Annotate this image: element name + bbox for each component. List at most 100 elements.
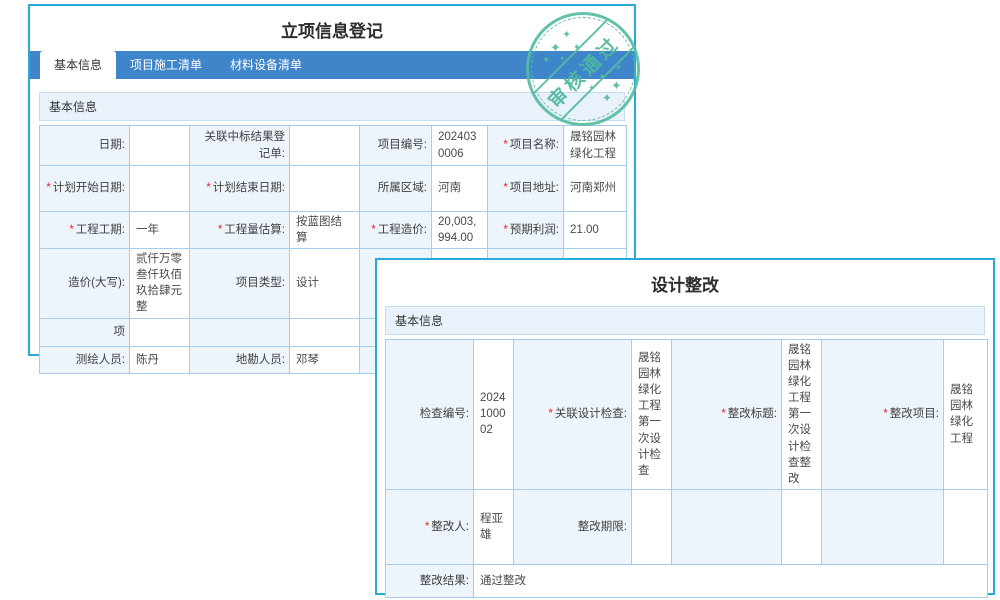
page-title: 立项信息登记 — [30, 6, 634, 51]
field-input[interactable] — [290, 126, 360, 166]
field-label-text: 预期利润: — [510, 224, 559, 236]
required-asterisk: * — [503, 139, 507, 151]
field-value: 通过整改 — [474, 564, 988, 597]
table-row: 检查编号:2024100002*关联设计检查:晟铭园林绿化工程第一次设计检查*整… — [386, 340, 988, 490]
table-row: 整改结果: 通过整改 — [386, 564, 988, 597]
field-value: 晟铭园林绿化工程 — [944, 340, 988, 490]
field-label: 关联中标结果登记单: — [190, 126, 290, 166]
field-label-text: 关联设计检查: — [555, 408, 627, 420]
field-value — [782, 489, 822, 564]
tab-construction-list[interactable]: 项目施工清单 — [116, 51, 216, 79]
field-label — [190, 318, 290, 346]
field-value: 设计 — [290, 249, 360, 318]
field-label — [672, 489, 782, 564]
tab-basic-info[interactable]: 基本信息 — [40, 51, 116, 79]
field-label-text: 计划开始日期: — [53, 182, 125, 194]
field-label: *项目地址: — [488, 166, 564, 212]
field-label: *工程量估算: — [190, 212, 290, 249]
tab-bar: 基本信息项目施工清单材料设备清单 — [30, 51, 634, 79]
required-asterisk: * — [218, 224, 222, 236]
field-input[interactable] — [632, 489, 672, 564]
table-row: 日期:关联中标结果登记单:项目编号:2024030006*项目名称:晟铭园林绿化… — [40, 126, 627, 166]
table-row: *工程工期:一年*工程量估算:按蓝图结算*工程造价:20,003,994.00*… — [40, 212, 627, 249]
field-input[interactable] — [130, 126, 190, 166]
field-label-text: 所属区域: — [378, 182, 427, 194]
field-value — [944, 489, 988, 564]
field-label: 造价(大写): — [40, 249, 130, 318]
field-label-text: 项目地址: — [510, 182, 559, 194]
field-label: 项目编号: — [360, 126, 432, 166]
required-asterisk: * — [721, 408, 725, 420]
field-label-text: 项 — [114, 326, 126, 338]
required-asterisk: * — [503, 224, 507, 236]
field-label: *计划结束日期: — [190, 166, 290, 212]
required-asterisk: * — [371, 224, 375, 236]
field-value: 20,003,994.00 — [432, 212, 488, 249]
field-label-text: 造价(大写): — [68, 277, 125, 289]
field-label-text: 整改人: — [431, 521, 469, 533]
field-label: *工程造价: — [360, 212, 432, 249]
required-asterisk: * — [206, 182, 210, 194]
field-label: 项目类型: — [190, 249, 290, 318]
field-label: 日期: — [40, 126, 130, 166]
field-label-text: 工程量估算: — [224, 224, 285, 236]
field-label-text: 整改结果: — [420, 575, 469, 587]
required-asterisk: * — [46, 182, 50, 194]
field-value: 一年 — [130, 212, 190, 249]
field-label: 整改期限: — [514, 489, 632, 564]
field-label-text: 关联中标结果登记单: — [205, 131, 286, 159]
design-rectification-panel: 设计整改 基本信息 检查编号:2024100002*关联设计检查:晟铭园林绿化工… — [375, 258, 995, 595]
table-row: *整改人: 程亚雄 整改期限: — [386, 489, 988, 564]
field-value — [290, 318, 360, 346]
field-label-text: 测绘人员: — [76, 354, 125, 366]
field-label: 地勘人员: — [190, 346, 290, 373]
field-label-text: 整改项目: — [890, 408, 939, 420]
field-label-text: 计划结束日期: — [213, 182, 285, 194]
field-label: 检查编号: — [386, 340, 474, 490]
field-label — [822, 489, 944, 564]
field-input[interactable] — [290, 166, 360, 212]
field-value: 晟铭园林绿化工程第一次设计检查 — [632, 340, 672, 490]
field-label: 整改结果: — [386, 564, 474, 597]
section-header-basic-info-2: 基本信息 — [385, 306, 985, 335]
field-value: 陈丹 — [130, 346, 190, 373]
table-row: *计划开始日期:*计划结束日期:所属区域:河南*项目地址:河南郑州 — [40, 166, 627, 212]
field-label-text: 地勘人员: — [236, 354, 285, 366]
section-header-basic-info: 基本信息 — [39, 92, 625, 121]
field-value: 程亚雄 — [474, 489, 514, 564]
field-value: 2024100002 — [474, 340, 514, 490]
rectification-form-table: 检查编号:2024100002*关联设计检查:晟铭园林绿化工程第一次设计检查*整… — [385, 339, 985, 598]
field-label-text: 工程造价: — [378, 224, 427, 236]
field-value: 21.00 — [564, 212, 627, 249]
field-label-text: 日期: — [99, 139, 125, 151]
required-asterisk: * — [503, 182, 507, 194]
field-label: *预期利润: — [488, 212, 564, 249]
field-value: 河南郑州 — [564, 166, 627, 212]
field-label-text: 检查编号: — [420, 408, 469, 420]
panel2-content: 基本信息 检查编号:2024100002*关联设计检查:晟铭园林绿化工程第一次设… — [377, 305, 993, 598]
required-asterisk: * — [425, 521, 429, 533]
field-label-text: 整改标题: — [728, 408, 777, 420]
field-label-text: 项目编号: — [378, 139, 427, 151]
field-value: 河南 — [432, 166, 488, 212]
field-value — [130, 318, 190, 346]
field-label: *关联设计检查: — [514, 340, 632, 490]
field-input[interactable] — [130, 166, 190, 212]
field-value: 贰仟万零叁仟玖佰玖拾肆元整 — [130, 249, 190, 318]
field-label: 所属区域: — [360, 166, 432, 212]
field-label-text: 项目名称: — [510, 139, 559, 151]
required-asterisk: * — [69, 224, 73, 236]
panel2-title: 设计整改 — [377, 260, 993, 305]
field-label-text: 工程工期: — [76, 224, 125, 236]
field-label: *工程工期: — [40, 212, 130, 249]
field-value: 晟铭园林绿化工程第一次设计检查整改 — [782, 340, 822, 490]
field-label: *项目名称: — [488, 126, 564, 166]
field-label-text: 项目类型: — [236, 277, 285, 289]
tab-material-equipment-list[interactable]: 材料设备清单 — [216, 51, 316, 79]
required-asterisk: * — [548, 408, 552, 420]
field-label: 项 — [40, 318, 130, 346]
field-label: 测绘人员: — [40, 346, 130, 373]
required-asterisk: * — [883, 408, 887, 420]
field-label-text: 整改期限: — [578, 521, 627, 533]
field-value: 邓琴 — [290, 346, 360, 373]
